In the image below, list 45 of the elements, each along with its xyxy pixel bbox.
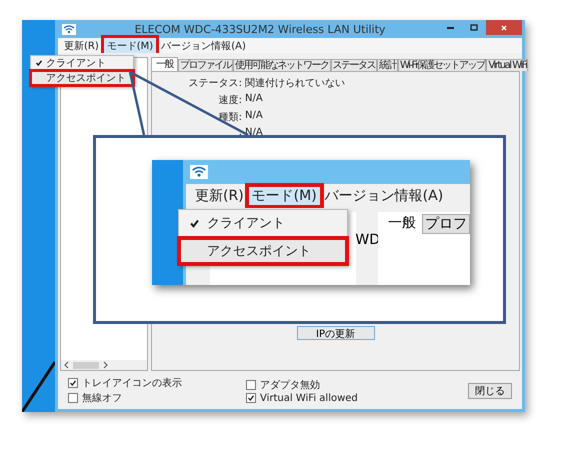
tab[interactable]: Virtual WiFi	[486, 59, 528, 71]
menu-option[interactable]: クライアント	[181, 212, 345, 234]
menu-item[interactable]: モード(M)	[104, 38, 156, 54]
field-label: 速度:	[218, 94, 242, 107]
checkbox-label: 無線オフ	[82, 392, 122, 405]
wifi-icon	[62, 24, 76, 34]
checkbox[interactable]	[68, 378, 78, 388]
field-value: N/A	[244, 110, 264, 123]
tab[interactable]: ステータス	[330, 59, 377, 71]
refresh-ip-button[interactable]: IPの更新	[296, 326, 374, 340]
window-title: ELECOM WDC-433SU2M2 Wireless LAN Utility	[134, 22, 386, 36]
checkbox-label: アダプタ無効	[260, 378, 320, 392]
scroll-right-icon	[102, 361, 108, 369]
close-icon	[499, 22, 509, 32]
field-value: N/A	[244, 93, 264, 106]
tab[interactable]: プロフ	[422, 214, 470, 234]
check-icon	[35, 59, 43, 67]
check-icon	[188, 218, 200, 228]
menu-item[interactable]: モード(M)	[248, 187, 320, 205]
menu-option[interactable]: アクセスポイント	[32, 72, 132, 84]
scroll-left-icon	[64, 361, 70, 369]
checkbox-label: トレイアイコンの表示	[82, 376, 182, 390]
menu-item[interactable]: バージョン情報(A)	[322, 187, 446, 205]
field-label: ステータス:	[188, 77, 242, 90]
tab[interactable]: Wi-Fi保護セットアップ	[398, 59, 486, 71]
checkbox[interactable]	[246, 393, 256, 403]
tab[interactable]: 一般	[151, 57, 178, 71]
checkbox[interactable]	[68, 393, 78, 403]
wifi-icon	[190, 165, 208, 179]
menu-option[interactable]: クライアント	[32, 57, 132, 69]
menu-item[interactable]: 更新(R)	[192, 187, 247, 205]
horizontal-scrollbar[interactable]	[61, 360, 147, 370]
maximize-icon	[469, 22, 479, 32]
checkbox[interactable]	[246, 380, 256, 390]
field-value: 関連付けられていない	[244, 76, 345, 90]
minimize-icon	[446, 26, 454, 28]
tab[interactable]: プロファイル	[178, 59, 233, 71]
menu-item[interactable]: バージョン情報(A)	[158, 38, 249, 54]
checkbox-label: Virtual WiFi allowed	[260, 392, 358, 404]
menu-option[interactable]: アクセスポイント	[181, 240, 345, 262]
tab[interactable]: 一般	[386, 214, 418, 232]
close-dialog-button[interactable]: 閉じる	[468, 382, 512, 398]
tab[interactable]: 使用可能なネットワーク	[233, 59, 330, 71]
menu-item[interactable]: 更新(R)	[61, 38, 102, 54]
tab[interactable]: 統計	[377, 59, 398, 71]
